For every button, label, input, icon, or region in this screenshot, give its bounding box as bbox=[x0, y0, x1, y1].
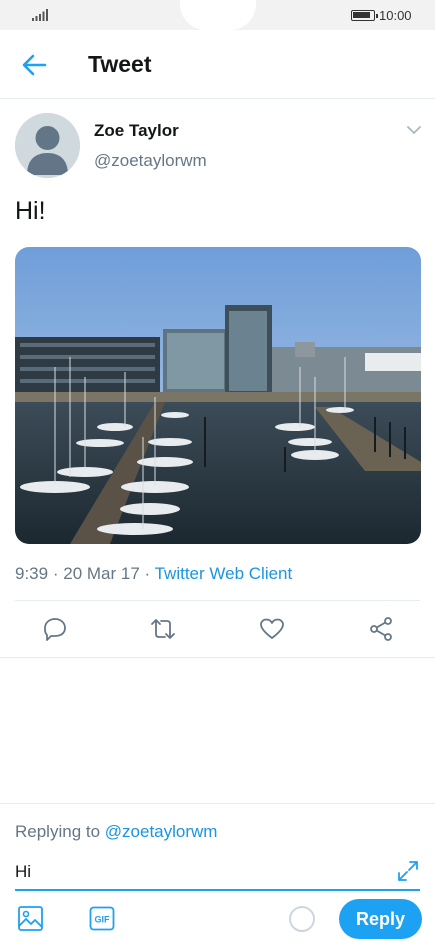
signal-icon bbox=[32, 9, 48, 21]
battery-icon bbox=[351, 10, 378, 21]
heart-icon[interactable] bbox=[259, 616, 285, 642]
replying-to: Replying to @zoetaylorwm bbox=[15, 822, 217, 842]
image-icon[interactable] bbox=[17, 905, 44, 932]
tweet-image[interactable] bbox=[15, 247, 421, 544]
gif-frame: GIF bbox=[89, 906, 115, 931]
avatar[interactable] bbox=[15, 113, 80, 178]
status-time: 10:00 bbox=[379, 8, 412, 23]
gif-icon[interactable]: GIF bbox=[89, 906, 115, 931]
tweet-text: Hi! bbox=[15, 197, 46, 225]
reply-icon[interactable] bbox=[42, 616, 68, 642]
replying-prefix: Replying to bbox=[15, 822, 101, 841]
tweet-actions bbox=[0, 601, 435, 657]
expand-icon[interactable] bbox=[396, 859, 420, 883]
reply-input[interactable] bbox=[15, 858, 385, 886]
retweet-icon[interactable] bbox=[150, 616, 176, 642]
meta-separator: · bbox=[144, 564, 151, 583]
reply-input-underline bbox=[15, 889, 420, 891]
author-handle[interactable]: @zoetaylorwm bbox=[94, 151, 207, 171]
harbor-photo bbox=[15, 247, 421, 544]
tweet-meta: 9:39 · 20 Mar 17 · Twitter Web Client bbox=[15, 564, 292, 584]
share-icon[interactable] bbox=[368, 616, 394, 642]
character-count-circle bbox=[289, 906, 315, 932]
tweet-date: 20 Mar 17 bbox=[63, 564, 140, 583]
meta-separator: · bbox=[52, 564, 59, 583]
reply-button[interactable]: Reply bbox=[339, 899, 422, 939]
chevron-down-icon[interactable] bbox=[405, 123, 423, 137]
divider bbox=[0, 657, 435, 658]
tweet-client-link[interactable]: Twitter Web Client bbox=[155, 564, 293, 583]
gif-label: GIF bbox=[95, 915, 111, 925]
back-arrow-icon[interactable] bbox=[18, 50, 50, 80]
author-name[interactable]: Zoe Taylor bbox=[94, 121, 179, 141]
replying-handle-link[interactable]: @zoetaylorwm bbox=[105, 822, 218, 841]
divider bbox=[0, 803, 435, 804]
tweet-time: 9:39 bbox=[15, 564, 49, 583]
page-title: Tweet bbox=[88, 51, 152, 77]
status-bar: 10:00 bbox=[0, 0, 435, 30]
default-avatar-icon bbox=[15, 113, 80, 178]
camera-notch bbox=[180, 0, 256, 30]
app-header: Tweet bbox=[0, 30, 435, 99]
